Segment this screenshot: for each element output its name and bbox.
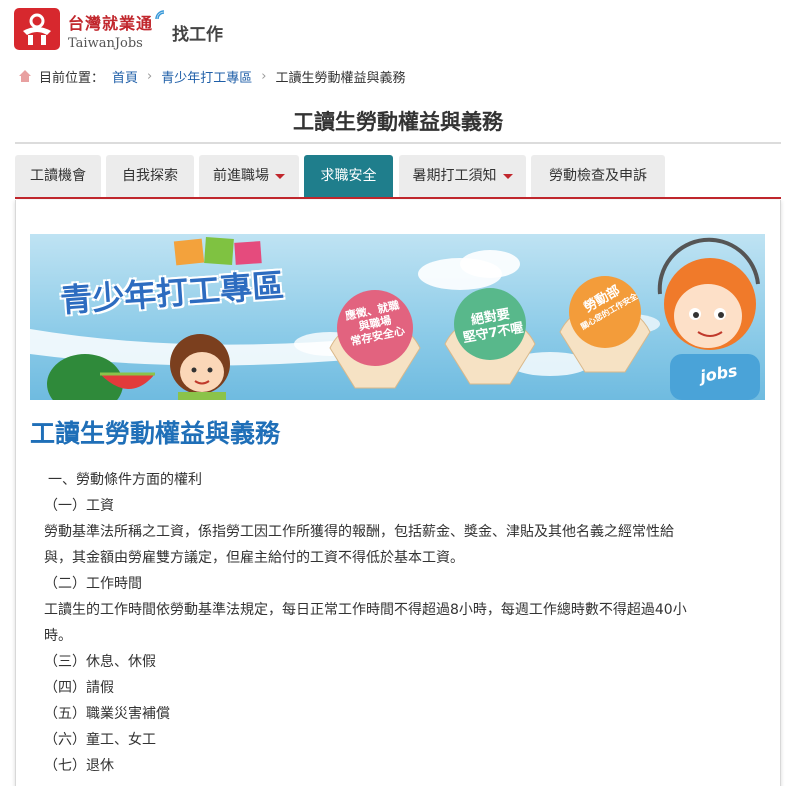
subsection-heading: （一）工資 — [44, 498, 114, 514]
home-icon — [18, 69, 32, 83]
tab-label: 工讀機會 — [30, 168, 86, 184]
caret-down-icon — [275, 173, 285, 179]
tab-label: 求職安全 — [320, 168, 377, 184]
tab-job-safety[interactable]: 求職安全 — [304, 155, 393, 197]
paragraph-line: 勞動基準法所稱之工資，係指勞工因工作所獲得的報酬，包括薪金、獎金、津貼及其他名義… — [44, 524, 674, 540]
tab-into-workplace[interactable]: 前進職場 — [199, 155, 299, 197]
tab-labor-inspection[interactable]: 勞動檢查及申訴 — [531, 155, 665, 197]
logo-cn-text: 台灣就業通 — [68, 14, 154, 33]
subsection-heading: （七）退休 — [44, 758, 114, 774]
paragraph-line: 與，其金額由勞雇雙方議定，但雇主給付的工資不得低於基本工資。 — [44, 550, 464, 566]
article-title: 工讀生勞動權益與義務 — [30, 419, 281, 448]
tab-job-opportunities[interactable]: 工讀機會 — [15, 155, 101, 197]
section-title[interactable]: 找工作 — [172, 20, 223, 45]
page-title: 工讀生勞動權益與義務 — [293, 110, 503, 134]
chevron-right-icon: › — [147, 68, 153, 84]
breadcrumb-current: 工讀生勞動權益與義務 — [275, 70, 406, 86]
paragraph-line: 工讀生的工作時間依勞動基準法規定，每日正常工作時間不得超過8小時，每週工作總時數… — [44, 602, 687, 618]
tab-bar: 工讀機會 自我探索 前進職場 求職安全 暑期打工須知 勞動檢查及申訴 — [15, 155, 781, 199]
taiwanjobs-logo-icon[interactable] — [14, 8, 60, 50]
paragraph-line: 時。 — [44, 628, 72, 644]
section-heading: 一、勞動條件方面的權利 — [48, 472, 202, 488]
tab-label: 勞動檢查及申訴 — [549, 168, 647, 184]
title-divider — [15, 142, 781, 144]
youth-job-banner: 青少年打工專區 應徵、就職 與職場 常存安全心 絕對要 堅守7不喔 勞動部 關心… — [30, 234, 765, 400]
subsection-heading: （三）休息、休假 — [44, 654, 156, 670]
breadcrumb: 目前位置： 首頁 › 青少年打工專區 › 工讀生勞動權益與義務 — [18, 66, 405, 86]
subsection-heading: （四）請假 — [44, 680, 114, 696]
site-header: 台灣就業通 TaiwanJobs 找工作 — [14, 8, 784, 54]
subsection-heading: （六）童工、女工 — [44, 732, 156, 748]
subsection-heading: （五）職業災害補償 — [44, 706, 170, 722]
subsection-heading: （二）工作時間 — [44, 576, 142, 592]
tab-label: 自我探索 — [122, 168, 178, 184]
tab-label: 暑期打工須知 — [412, 168, 497, 184]
breadcrumb-prefix: 目前位置： — [39, 70, 105, 86]
logo-wordmark[interactable]: 台灣就業通 TaiwanJobs — [68, 10, 168, 51]
chevron-right-icon: › — [261, 68, 267, 84]
breadcrumb-youth-link[interactable]: 青少年打工專區 — [161, 67, 252, 86]
breadcrumb-home-link[interactable]: 首頁 — [112, 67, 138, 86]
signal-icon — [154, 9, 166, 24]
logo-en-text: TaiwanJobs — [68, 36, 143, 51]
caret-down-icon — [502, 173, 513, 179]
tab-self-exploration[interactable]: 自我探索 — [106, 155, 194, 197]
tab-summer-job-notes[interactable]: 暑期打工須知 — [399, 155, 526, 197]
tab-label: 前進職場 — [213, 168, 269, 184]
